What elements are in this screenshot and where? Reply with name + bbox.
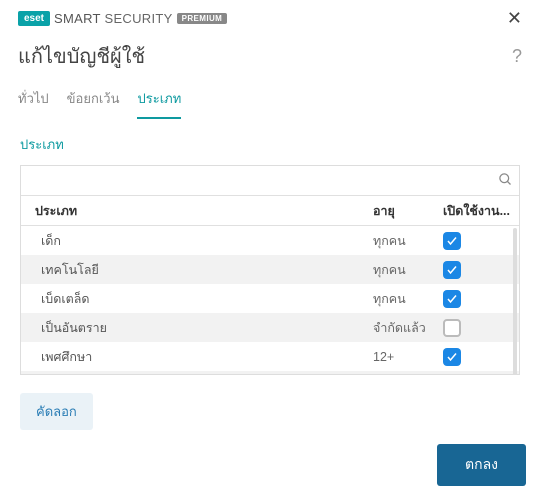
table-body: เด็กทุกคนเทคโนโลยีทุกคนเบ็ดเตล็ดทุกคนเป็… xyxy=(21,226,519,374)
help-icon[interactable]: ? xyxy=(512,46,522,67)
close-icon[interactable]: ✕ xyxy=(501,8,528,29)
cell-age: ทุกคน xyxy=(373,231,443,251)
brand-badge: eset xyxy=(18,11,50,26)
table-header: ประเภท อายุ เปิดใช้งาน... xyxy=(21,196,519,226)
cell-enabled xyxy=(443,232,513,250)
enabled-checkbox[interactable] xyxy=(443,319,461,337)
table-row[interactable]: เบ็ดเตล็ดทุกคน xyxy=(21,284,519,313)
search-input[interactable] xyxy=(31,173,498,188)
section-label: ประเภท xyxy=(20,134,520,155)
page-title: แก้ไขบัญชีผู้ใช้ xyxy=(18,40,145,72)
cell-age: ทุกคน xyxy=(373,289,443,309)
tab-exceptions[interactable]: ข้อยกเว้น xyxy=(67,82,120,119)
cell-enabled xyxy=(443,290,513,308)
enabled-checkbox[interactable] xyxy=(443,290,461,308)
enabled-checkbox[interactable] xyxy=(443,261,461,279)
table-row[interactable]: เพศศึกษา12+ xyxy=(21,342,519,371)
cell-enabled xyxy=(443,348,513,366)
enabled-checkbox[interactable] xyxy=(443,348,461,366)
ok-button[interactable]: ตกลง xyxy=(437,444,526,486)
enabled-checkbox[interactable] xyxy=(443,232,461,250)
cell-enabled xyxy=(443,261,513,279)
search-icon[interactable] xyxy=(498,172,513,190)
col-age[interactable]: อายุ xyxy=(373,201,443,221)
cell-category: เป็นอันตราย xyxy=(41,318,373,338)
table-row[interactable]: แฟชั่นทุกคน xyxy=(21,371,519,374)
category-table: ประเภท อายุ เปิดใช้งาน... เด็กทุกคนเทคโน… xyxy=(20,165,520,375)
cell-category: เด็ก xyxy=(41,231,373,251)
titlebar: eset SMART SECURITY PREMIUM ✕ xyxy=(0,0,540,32)
table-row[interactable]: เด็กทุกคน xyxy=(21,226,519,255)
premium-badge: PREMIUM xyxy=(177,13,228,24)
col-enabled[interactable]: เปิดใช้งาน... xyxy=(443,201,513,221)
cell-enabled xyxy=(443,319,513,337)
tabs: ทั่วไป ข้อยกเว้น ประเภท xyxy=(0,82,540,120)
brand-text: SMART SECURITY xyxy=(54,11,173,26)
cell-age: 12+ xyxy=(373,350,443,364)
cell-category: เพศศึกษา xyxy=(41,347,373,367)
col-category[interactable]: ประเภท xyxy=(35,201,373,221)
scrollbar[interactable] xyxy=(513,228,517,375)
cell-category: เบ็ดเตล็ด xyxy=(41,289,373,309)
cell-age: ทุกคน xyxy=(373,260,443,280)
cell-category: เทคโนโลยี xyxy=(41,260,373,280)
tab-general[interactable]: ทั่วไป xyxy=(18,82,49,119)
table-row[interactable]: เทคโนโลยีทุกคน xyxy=(21,255,519,284)
cell-age: จำกัดแล้ว xyxy=(373,318,443,338)
copy-button[interactable]: คัดลอก xyxy=(20,393,93,430)
table-row[interactable]: เป็นอันตรายจำกัดแล้ว xyxy=(21,313,519,342)
tab-categories[interactable]: ประเภท xyxy=(137,82,181,119)
